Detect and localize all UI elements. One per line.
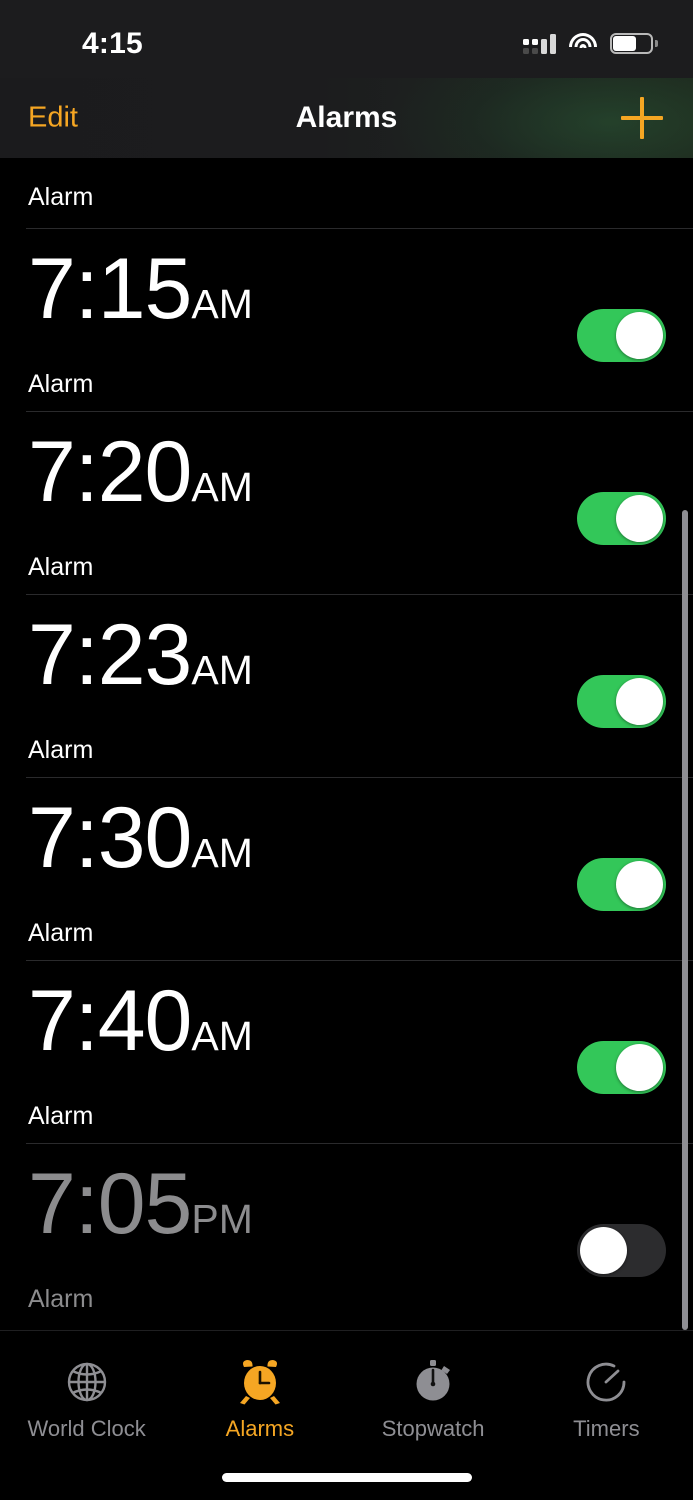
alarm-row[interactable]: 7:20AM Alarm bbox=[0, 411, 693, 594]
clock-app-screen: 4:15 Edit Alarms Alarm 7:15AM Alarm 7:20AM A… bbox=[0, 0, 693, 1500]
status-bar-time: 4:15 bbox=[82, 27, 143, 60]
alarm-toggle[interactable] bbox=[577, 1224, 666, 1277]
alarm-time-value: 7:30 bbox=[28, 790, 192, 886]
alarm-time-meridiem: AM bbox=[191, 830, 253, 876]
alarm-toggle[interactable] bbox=[577, 675, 666, 728]
toggle-knob bbox=[616, 678, 663, 725]
alarm-time-value: 7:05 bbox=[28, 1156, 192, 1252]
alarm-toggle[interactable] bbox=[577, 1041, 666, 1094]
status-bar-indicators bbox=[523, 30, 658, 56]
tab-label: Timers bbox=[573, 1416, 640, 1441]
alarm-row[interactable]: 7:40AM Alarm bbox=[0, 960, 693, 1143]
alarm-row[interactable]: 7:05PM Alarm bbox=[0, 1143, 693, 1326]
alarm-time-meridiem: AM bbox=[191, 281, 253, 327]
tab-label: Stopwatch bbox=[381, 1416, 485, 1441]
home-indicator bbox=[221, 1473, 472, 1482]
alarm-time: 7:23AM bbox=[28, 612, 253, 698]
row-separator bbox=[26, 411, 693, 412]
alarm-time-meridiem: AM bbox=[191, 647, 253, 693]
page-title: Alarms bbox=[295, 101, 398, 134]
alarm-time: 7:15AM bbox=[28, 246, 253, 332]
alarm-time-meridiem: PM bbox=[191, 1196, 253, 1242]
row-separator bbox=[26, 594, 693, 595]
toggle-knob bbox=[616, 495, 663, 542]
alarm-label: Alarm bbox=[28, 919, 94, 947]
alarm-label: Alarm bbox=[28, 1102, 94, 1130]
alarm-label: Alarm bbox=[28, 553, 94, 581]
row-separator bbox=[26, 960, 693, 961]
alarm-time-value: 7:40 bbox=[28, 973, 192, 1069]
alarm-time-value: 7:23 bbox=[28, 607, 192, 703]
alarm-time-meridiem: AM bbox=[191, 1013, 253, 1059]
alarm-clock-icon bbox=[239, 1360, 280, 1405]
alarm-row[interactable]: 7:15AM Alarm bbox=[0, 228, 693, 411]
toggle-knob bbox=[580, 1227, 627, 1274]
alarm-time: 7:30AM bbox=[28, 795, 253, 881]
tab-label: Alarms bbox=[225, 1416, 295, 1441]
alarm-toggle[interactable] bbox=[577, 858, 666, 911]
toggle-knob bbox=[616, 312, 663, 359]
battery-icon bbox=[610, 32, 658, 54]
alarm-time: 7:05PM bbox=[28, 1161, 253, 1247]
alarm-toggle[interactable] bbox=[577, 492, 666, 545]
row-separator bbox=[26, 777, 693, 778]
scrollbar[interactable] bbox=[682, 510, 688, 1330]
tab-stopwatch[interactable]: Stopwatch bbox=[347, 1357, 520, 1442]
row-separator bbox=[26, 228, 693, 229]
alarm-toggle[interactable] bbox=[577, 309, 666, 362]
alarm-row[interactable]: 7:30AM Alarm bbox=[0, 777, 693, 960]
globe-icon bbox=[67, 1362, 106, 1402]
navigation-bar: Edit Alarms bbox=[0, 78, 693, 158]
plus-icon[interactable] bbox=[621, 97, 663, 139]
alarm-label: Alarm bbox=[28, 183, 94, 211]
toggle-knob bbox=[616, 1044, 663, 1091]
alarm-label: Alarm bbox=[28, 370, 94, 398]
alarm-row[interactable]: 7:23AM Alarm bbox=[0, 594, 693, 777]
row-separator bbox=[26, 1143, 693, 1144]
status-bar: 4:15 bbox=[0, 0, 693, 78]
alarm-time-value: 7:20 bbox=[28, 424, 192, 520]
alarm-time-value: 7:15 bbox=[28, 241, 192, 337]
tab-world-clock[interactable]: World Clock bbox=[0, 1357, 173, 1442]
tab-timers[interactable]: Timers bbox=[520, 1357, 693, 1442]
toggle-knob bbox=[616, 861, 663, 908]
alarm-label: Alarm bbox=[28, 1285, 94, 1313]
alarm-time: 7:20AM bbox=[28, 429, 253, 515]
alarm-time-meridiem: AM bbox=[191, 464, 253, 510]
alarm-time: 7:40AM bbox=[28, 978, 253, 1064]
tab-alarms[interactable]: Alarms bbox=[173, 1357, 346, 1442]
alarm-label: Alarm bbox=[28, 736, 94, 764]
alarm-list[interactable]: Alarm 7:15AM Alarm 7:20AM Alarm 7:23AM Alarm 7:… bbox=[0, 158, 693, 1330]
alarm-row[interactable]: Alarm bbox=[0, 158, 693, 228]
timer-icon bbox=[587, 1362, 626, 1402]
tab-label: World Clock bbox=[27, 1416, 146, 1441]
cellular-signal-icon bbox=[523, 32, 556, 54]
wifi-icon bbox=[569, 32, 597, 54]
stopwatch-icon bbox=[416, 1360, 451, 1401]
